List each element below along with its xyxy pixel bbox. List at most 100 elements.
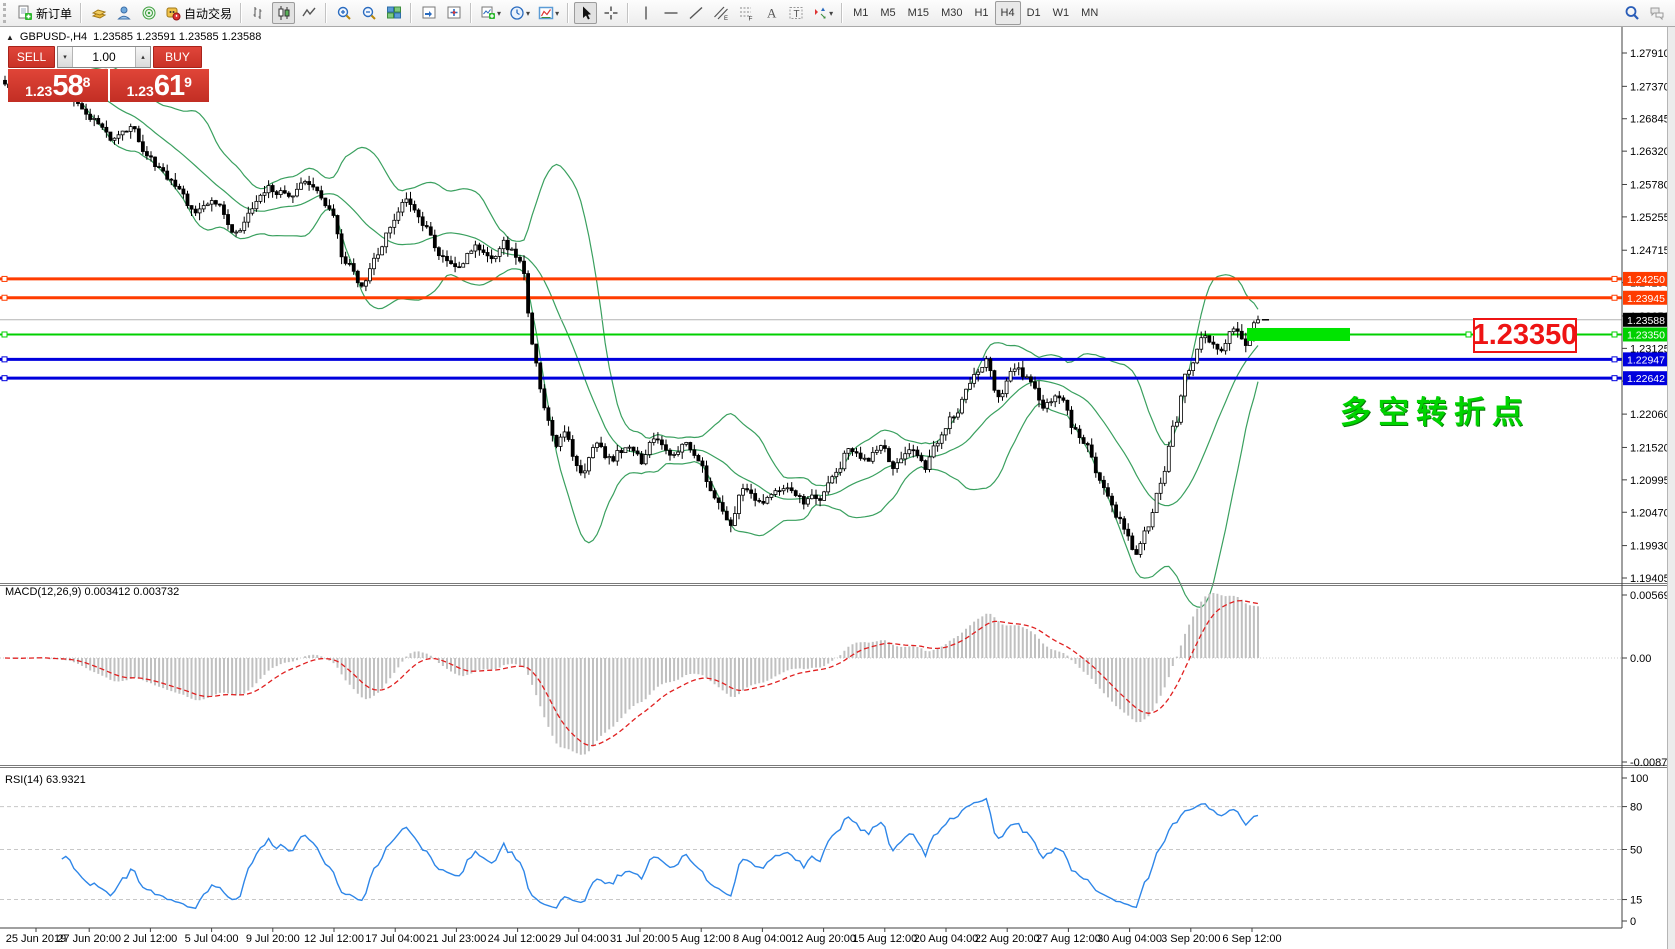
svg-text:F: F bbox=[748, 16, 752, 22]
arrange-windows-button[interactable] bbox=[417, 2, 440, 24]
chat-button[interactable] bbox=[1645, 2, 1668, 24]
candle bbox=[559, 437, 562, 446]
pivot-line-handle[interactable] bbox=[1612, 332, 1617, 337]
volume-decrease-button[interactable]: ▾ bbox=[58, 47, 73, 67]
candle bbox=[425, 225, 428, 226]
volume-increase-button[interactable]: ▴ bbox=[135, 47, 150, 67]
resistance-line-2-handle[interactable] bbox=[2, 295, 7, 300]
zoom-out-button[interactable] bbox=[357, 2, 380, 24]
bar-chart-button[interactable] bbox=[247, 2, 270, 24]
candle bbox=[912, 450, 915, 451]
candle bbox=[510, 249, 513, 250]
timeframe-m15-button[interactable]: M15 bbox=[902, 1, 935, 25]
new-order-icon bbox=[17, 5, 33, 21]
price-callout-box[interactable]: 1.23350 bbox=[1473, 318, 1577, 353]
main-toolbar: 新订单自动交易▾▾▾EFAT▾M1M5M15M30H1H4D1W1MN bbox=[0, 0, 1675, 27]
market-watch-button[interactable] bbox=[137, 2, 160, 24]
arrange1-icon bbox=[421, 5, 437, 21]
candle bbox=[944, 429, 947, 435]
support-line-1-handle[interactable] bbox=[2, 357, 7, 362]
candle bbox=[466, 253, 469, 263]
timeframe-m5-button[interactable]: M5 bbox=[874, 1, 901, 25]
vertical-line-button[interactable] bbox=[634, 2, 657, 24]
candle bbox=[1090, 445, 1093, 457]
arrows-dropdown[interactable]: ▾ bbox=[809, 2, 836, 24]
cursor-button[interactable] bbox=[574, 2, 597, 24]
search-button[interactable] bbox=[1620, 2, 1643, 24]
timeframe-h1-button[interactable]: H1 bbox=[968, 1, 994, 25]
support-line-2-handle[interactable] bbox=[1612, 376, 1617, 381]
timeframe-m1-button[interactable]: M1 bbox=[847, 1, 874, 25]
pivot-line-handle[interactable] bbox=[1466, 332, 1471, 337]
candle bbox=[932, 446, 935, 457]
candle bbox=[405, 199, 408, 202]
candle bbox=[697, 455, 700, 461]
sell-price-box[interactable]: 1.23588 bbox=[8, 69, 108, 102]
candle bbox=[612, 457, 615, 462]
timeframe-w1-button[interactable]: W1 bbox=[1047, 1, 1076, 25]
charts-button[interactable] bbox=[87, 2, 110, 24]
resistance-line-1-handle[interactable] bbox=[2, 276, 7, 281]
panel-separator[interactable] bbox=[0, 767, 1675, 768]
cascade-windows-button[interactable] bbox=[442, 2, 465, 24]
tile-windows-button[interactable] bbox=[382, 2, 405, 24]
candle bbox=[806, 499, 809, 504]
candle bbox=[1196, 349, 1199, 363]
candle bbox=[1212, 342, 1215, 344]
candle bbox=[952, 417, 955, 418]
new-order-button[interactable]: 新订单 bbox=[14, 2, 75, 24]
channel-button[interactable]: E bbox=[709, 2, 732, 24]
candle bbox=[1244, 339, 1247, 346]
bollinger-upper-band bbox=[82, 67, 1258, 486]
candle bbox=[109, 132, 112, 140]
periods-dropdown[interactable]: ▾ bbox=[506, 2, 533, 24]
timeframe-mn-button[interactable]: MN bbox=[1075, 1, 1104, 25]
pivot-note-text: 多空转折点 bbox=[1340, 387, 1530, 432]
candle bbox=[539, 363, 542, 389]
pivot-line-handle[interactable] bbox=[2, 332, 7, 337]
panel-separator[interactable] bbox=[0, 765, 1675, 766]
sell-button[interactable]: SELL bbox=[8, 46, 55, 68]
pivot-highlight-rect[interactable] bbox=[1247, 328, 1350, 341]
autotrading-button[interactable]: 自动交易 bbox=[162, 2, 235, 24]
candlestick-button[interactable] bbox=[272, 2, 295, 24]
svg-text:1.24250: 1.24250 bbox=[1627, 274, 1665, 286]
panel-separator[interactable] bbox=[0, 585, 1675, 586]
buy-button[interactable]: BUY bbox=[153, 46, 202, 68]
crosshair-button[interactable] bbox=[599, 2, 622, 24]
line-chart-button[interactable] bbox=[297, 2, 320, 24]
candle bbox=[620, 450, 623, 452]
support-line-2-handle[interactable] bbox=[2, 376, 7, 381]
candle bbox=[1070, 410, 1073, 427]
price-tick-label: 1.27910 bbox=[1630, 48, 1670, 60]
horizontal-line-button[interactable] bbox=[659, 2, 682, 24]
timeframe-d1-button[interactable]: D1 bbox=[1021, 1, 1047, 25]
panel-separator[interactable] bbox=[0, 583, 1675, 584]
autotrade-icon bbox=[165, 5, 181, 21]
candle bbox=[243, 222, 246, 230]
resistance-line-2-handle[interactable] bbox=[1612, 295, 1617, 300]
candle bbox=[1131, 536, 1134, 550]
timeframe-m30-button[interactable]: M30 bbox=[935, 1, 968, 25]
trendline-button[interactable] bbox=[684, 2, 707, 24]
candle bbox=[514, 249, 517, 257]
fibo-icon: F bbox=[738, 5, 754, 21]
collapse-panel-icon[interactable]: ▲ bbox=[6, 33, 14, 42]
candle bbox=[1038, 388, 1041, 400]
volume-stepper: ▾ ▴ bbox=[57, 46, 151, 68]
buy-price-box[interactable]: 1.23619 bbox=[110, 69, 210, 102]
templates-dropdown[interactable]: ▾ bbox=[535, 2, 562, 24]
support-line-1-handle[interactable] bbox=[1612, 357, 1617, 362]
candle bbox=[835, 472, 838, 476]
new-chart-dropdown[interactable]: ▾ bbox=[477, 2, 504, 24]
timeframe-h4-button[interactable]: H4 bbox=[995, 1, 1021, 25]
zoom-in-button[interactable] bbox=[332, 2, 355, 24]
volume-input[interactable] bbox=[73, 47, 135, 67]
text-button[interactable]: A bbox=[759, 2, 782, 24]
time-tick-label: 27 Aug 12:00 bbox=[1036, 933, 1101, 945]
label-button[interactable]: T bbox=[784, 2, 807, 24]
resistance-line-1-handle[interactable] bbox=[1612, 276, 1617, 281]
candle bbox=[1240, 331, 1243, 339]
fibonacci-button[interactable]: F bbox=[734, 2, 757, 24]
profile-button[interactable] bbox=[112, 2, 135, 24]
